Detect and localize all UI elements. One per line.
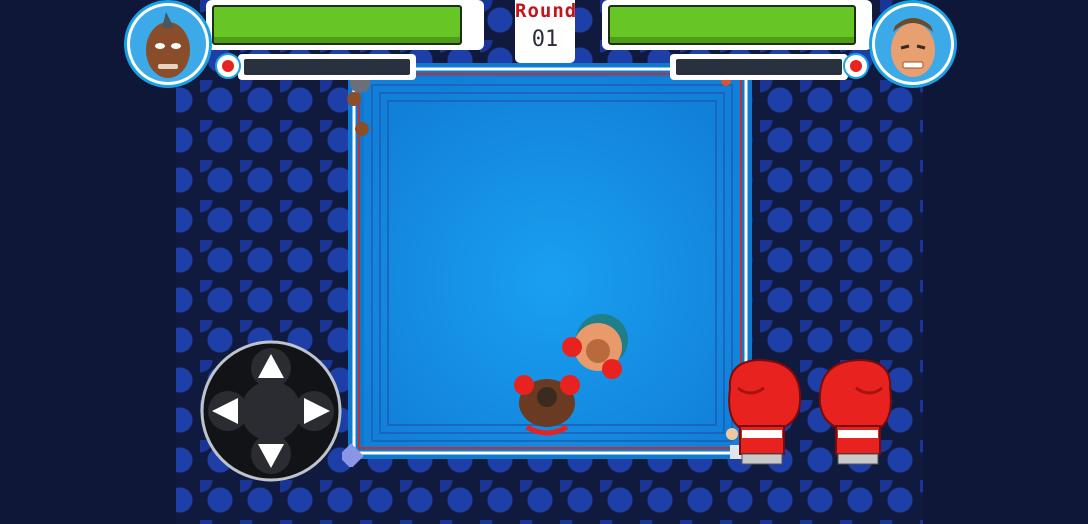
opponent-punch-icon (843, 53, 869, 79)
right-punch-button[interactable] (812, 358, 902, 468)
player-stamina-bar (244, 59, 410, 75)
player-stamina-frame (238, 54, 416, 80)
red-boxing-glove-icon (818, 358, 892, 465)
opponent-health-frame (602, 0, 872, 50)
player-avatar (124, 0, 212, 88)
player-health-bar (212, 5, 462, 45)
boxing-ring (342, 63, 752, 467)
game-stage: Round 01 (0, 0, 1088, 524)
left-punch-button[interactable] (718, 358, 808, 468)
round-indicator: Round 01 (515, 0, 578, 63)
opponent-avatar (869, 0, 957, 88)
round-label: Round (515, 0, 578, 22)
opponent-stamina-frame (670, 54, 848, 80)
opponent-stamina-bar (676, 59, 842, 75)
player-punch-icon (215, 53, 241, 79)
mohawk-boxer-portrait-icon (146, 12, 190, 78)
player-health-frame (206, 0, 484, 50)
opponent-health-bar (608, 5, 856, 45)
round-number: 01 (531, 27, 559, 52)
red-boxing-glove-icon (726, 358, 802, 465)
veteran-boxer-portrait-icon (891, 18, 935, 77)
dpad[interactable] (200, 340, 342, 482)
